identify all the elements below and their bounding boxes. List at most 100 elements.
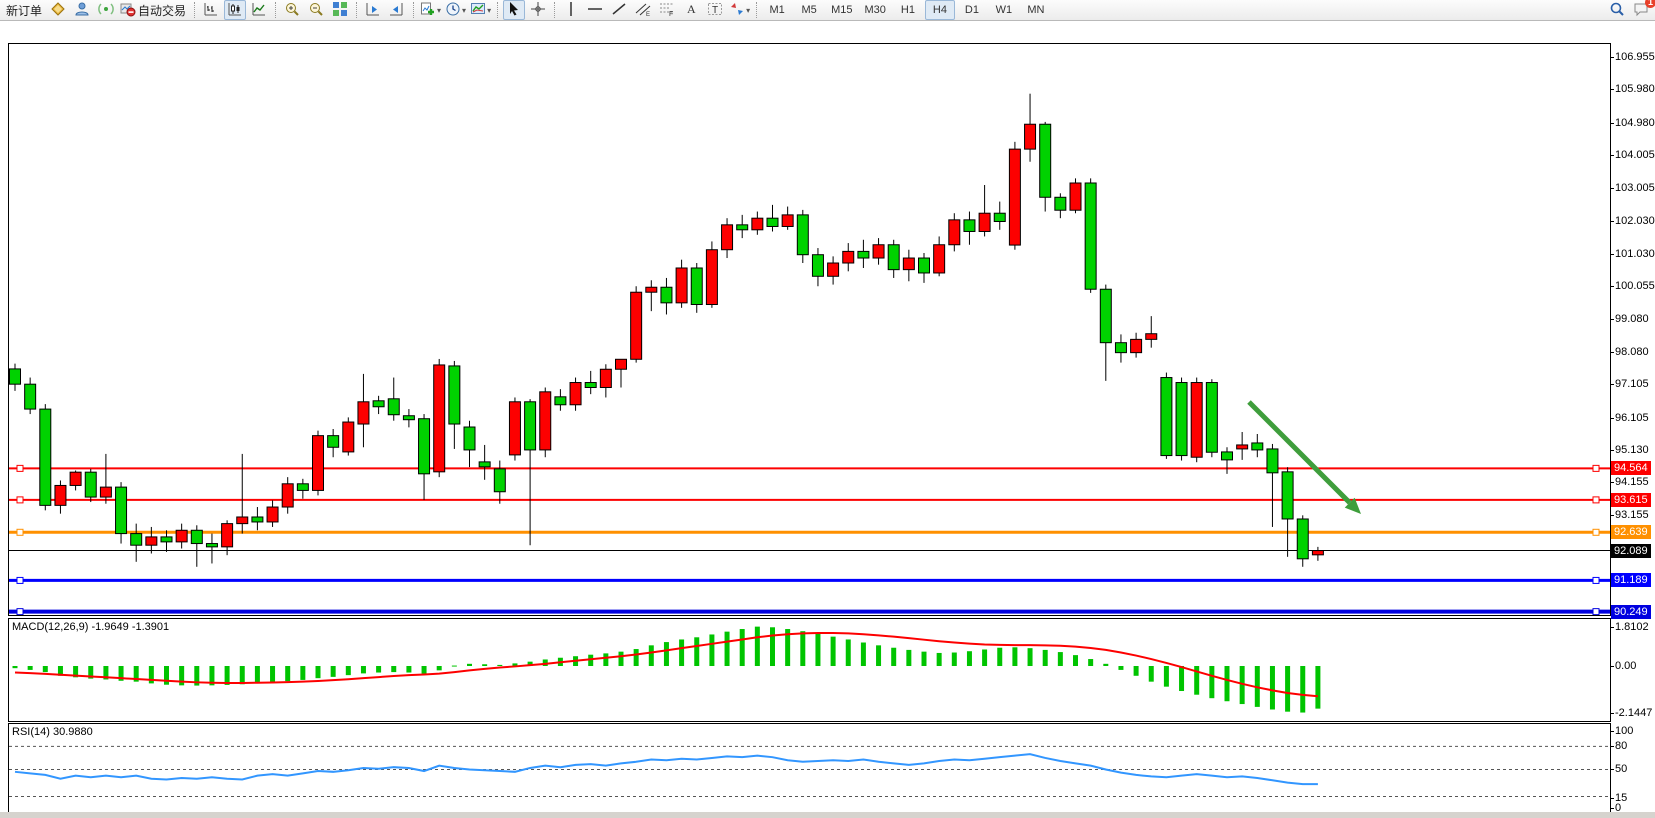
macd-indicator-panel[interactable] (8, 618, 1611, 722)
macd-histogram-bar (967, 651, 972, 666)
templates-button[interactable]: ▾ (469, 0, 492, 20)
candle (206, 534, 217, 564)
fibonacci-button[interactable]: F (656, 0, 678, 20)
timeframe-d1-button[interactable]: D1 (957, 0, 987, 20)
macd-histogram-bar (679, 639, 684, 666)
toolbar: 新订单自动交易▾▾▾EFAT▾M1M5M15M30H1H4D1W1MN1 (0, 0, 1655, 21)
line-chart-button[interactable] (248, 0, 270, 20)
market-user-icon[interactable] (71, 0, 93, 20)
line-handle[interactable] (17, 465, 23, 471)
price-axis-label: 103.005 (1615, 182, 1655, 194)
candle (1131, 333, 1142, 358)
timeframe-h1-button[interactable]: H1 (893, 0, 923, 20)
line-handle[interactable] (17, 529, 23, 535)
line-handle[interactable] (17, 609, 23, 615)
price-tag-92.639: 92.639 (1611, 525, 1651, 539)
line-handle[interactable] (1593, 529, 1599, 535)
notifications-chat-button[interactable]: 1 (1630, 0, 1652, 20)
bar-chart-button[interactable] (200, 0, 222, 20)
text-tool-button[interactable]: A (680, 0, 702, 20)
macd-histogram-bar (1285, 666, 1290, 712)
chart-window: ▼ UKOil-,H4 91.984 92.152 91.863 92.089 … (0, 21, 1655, 812)
candle (691, 263, 702, 313)
cursor-icon (506, 1, 522, 20)
crosshair-button[interactable] (527, 0, 549, 20)
chevron-down-icon: ▾ (437, 6, 441, 15)
line-handle[interactable] (1593, 465, 1599, 471)
macd-histogram-bar (240, 666, 245, 684)
tile-icon (332, 1, 348, 20)
tile-windows-button[interactable] (329, 0, 351, 20)
label-tool-button[interactable]: T (704, 0, 726, 20)
line-handle[interactable] (17, 577, 23, 583)
horizontal-line-91.189[interactable] (9, 577, 1610, 583)
template-icon (470, 1, 486, 20)
macd-histogram-bar (997, 648, 1002, 666)
candle (419, 414, 430, 500)
candle (358, 374, 369, 447)
timeframe-h4-button[interactable]: H4 (925, 0, 955, 20)
macd-histogram-bar (43, 666, 48, 672)
timeframe-m5-button[interactable]: M5 (794, 0, 824, 20)
macd-histogram-bar (316, 666, 321, 678)
price-axis-label: 94.155 (1615, 476, 1649, 488)
price-axis[interactable]: 106.955105.980104.980104.005103.005102.0… (1611, 43, 1655, 814)
macd-histogram-bar (1088, 659, 1093, 666)
timeframe-w1-button[interactable]: W1 (989, 0, 1019, 20)
macd-histogram-bar (28, 666, 33, 670)
timeframe-m1-button[interactable]: M1 (762, 0, 792, 20)
search-button[interactable] (1606, 0, 1628, 20)
candle (797, 210, 808, 263)
macd-histogram-bar (982, 649, 987, 666)
fibo-icon: F (659, 1, 675, 20)
horizontal-line-93.615[interactable] (9, 497, 1610, 503)
timeframe-mn-button[interactable]: MN (1021, 0, 1051, 20)
macd-histogram-bar (846, 639, 851, 666)
new-chart-button[interactable]: ▾ (419, 0, 442, 20)
candle (1206, 379, 1217, 457)
auto-trading-button[interactable]: 自动交易 (119, 0, 189, 20)
macd-histogram-bar (1043, 650, 1048, 666)
price-tag-94.564: 94.564 (1611, 461, 1651, 475)
rsi-indicator-panel[interactable] (8, 723, 1611, 814)
horizontal-line-90.249[interactable] (9, 609, 1610, 615)
candle (631, 286, 642, 362)
line-handle[interactable] (1593, 497, 1599, 503)
macd-histogram-bar (376, 666, 381, 673)
line-handle[interactable] (17, 497, 23, 503)
auto-scroll-button[interactable] (362, 0, 384, 20)
candlestick-chart-button[interactable] (224, 0, 246, 20)
horizontal-line-button[interactable] (584, 0, 606, 20)
timeframe-m30-button[interactable]: M30 (860, 0, 891, 20)
candle (464, 421, 475, 467)
channel-button[interactable]: E (632, 0, 654, 20)
macd-histogram-bar (1103, 664, 1108, 666)
new-order-button[interactable]: 新订单 (3, 0, 45, 20)
line-handle[interactable] (1593, 577, 1599, 583)
timeframe-m15-button[interactable]: M15 (826, 0, 857, 20)
main-price-chart[interactable] (8, 43, 1611, 616)
chart-shift-button[interactable] (386, 0, 408, 20)
arrows-tool-button[interactable]: ▾ (728, 0, 751, 20)
zoom-in-button[interactable] (281, 0, 303, 20)
candle (661, 278, 672, 315)
horizontal-line-94.564[interactable] (9, 465, 1610, 471)
vertical-line-button[interactable] (560, 0, 582, 20)
order-history-icon[interactable] (47, 0, 69, 20)
trendline-button[interactable] (608, 0, 630, 20)
periods-button[interactable]: ▾ (444, 0, 467, 20)
candle (1009, 142, 1020, 250)
macd-label: MACD(12,26,9) -1.9649 -1.3901 (12, 621, 169, 633)
down-trend-arrow-annotation[interactable] (1249, 402, 1361, 514)
candle (706, 241, 717, 307)
candle (449, 361, 460, 449)
zoom-out-button[interactable] (305, 0, 327, 20)
vline-icon (563, 1, 579, 20)
cursor-button[interactable] (503, 0, 525, 20)
horizontal-line-92.639[interactable] (9, 529, 1610, 535)
candle (55, 480, 66, 513)
candle (1176, 378, 1187, 461)
line-handle[interactable] (1593, 609, 1599, 615)
candle (509, 397, 520, 460)
signals-icon[interactable] (95, 0, 117, 20)
